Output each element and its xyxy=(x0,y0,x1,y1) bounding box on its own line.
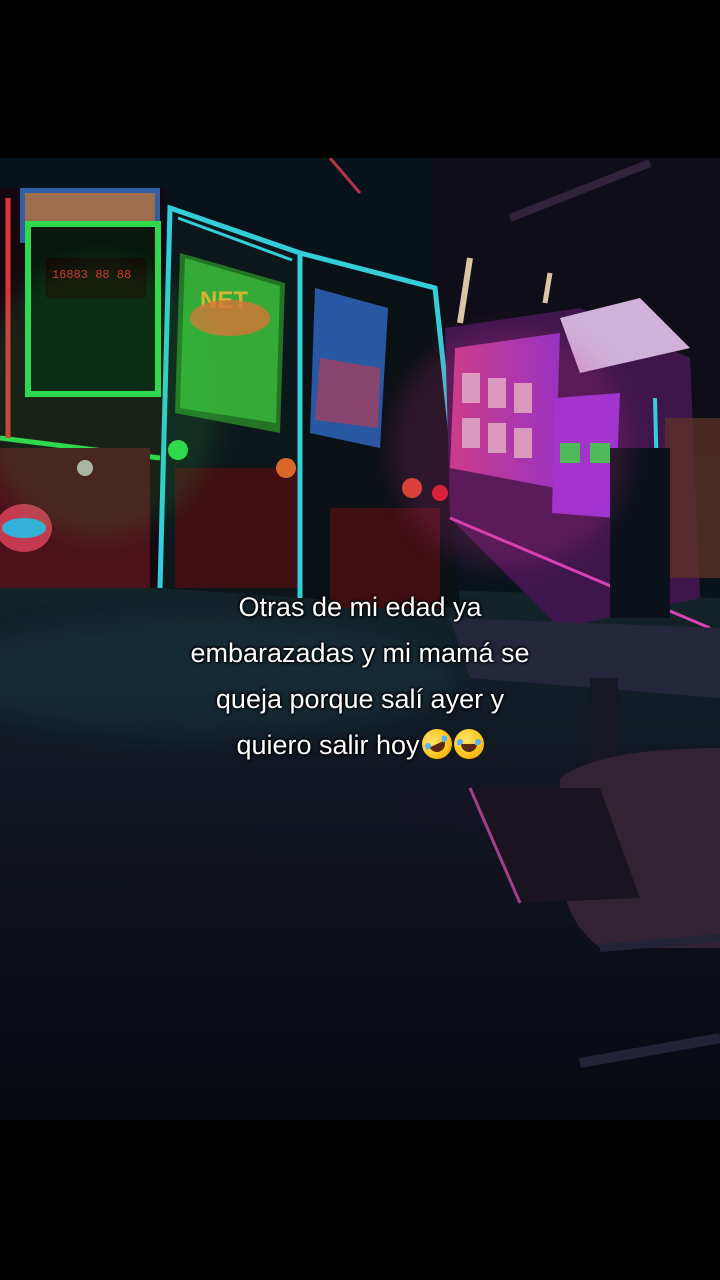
caption-line-last: quiero salir hoy xyxy=(110,722,610,768)
joy-emoji-icon xyxy=(453,729,484,759)
caption-line: queja porque salí ayer y xyxy=(215,684,505,714)
video-caption: Otras de mi edad ya embarazadas y mi mam… xyxy=(110,584,610,768)
rofl-emoji-icon xyxy=(416,724,457,764)
caption-line: quiero salir hoy xyxy=(236,730,420,760)
caption-line: embarazadas y mi mamá se xyxy=(190,638,530,668)
video-frame: 16883 88 88 NET xyxy=(0,0,720,1280)
caption-line: Otras de mi edad ya xyxy=(238,592,482,622)
